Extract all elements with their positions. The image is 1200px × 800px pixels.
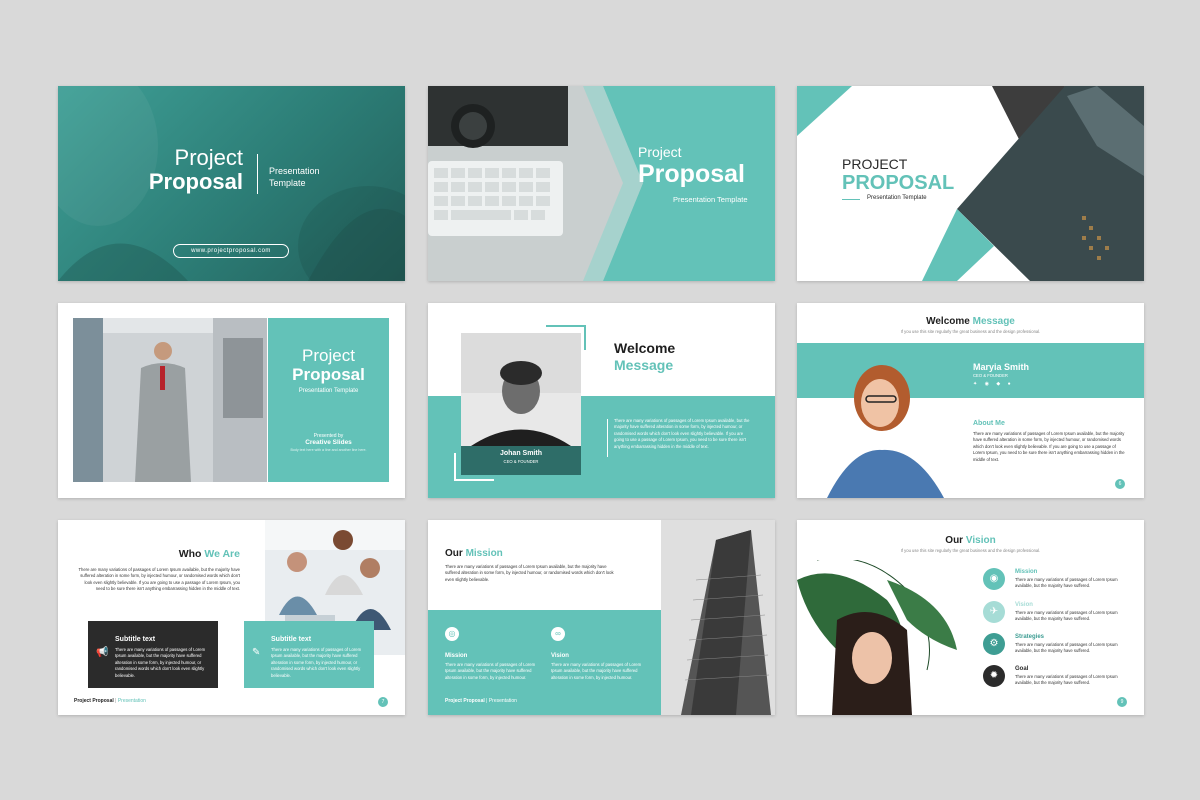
who-body: There are many variations of passages of… <box>78 567 240 592</box>
person-role: CEO & FOUNDER <box>973 373 1008 378</box>
slide-6-welcome-message-2[interactable]: Welcome Message If you use this site reg… <box>797 303 1144 498</box>
person-role: CEO & FOUNDER <box>503 459 539 464</box>
presenter-note: Body text here with a line and another l… <box>290 448 367 452</box>
skyscraper-photo <box>661 520 775 715</box>
slide-title-2: We Are <box>204 548 240 560</box>
presenter-name: Creative Slides <box>305 439 352 446</box>
text-accent-line <box>607 419 608 457</box>
johan-portrait <box>461 333 581 446</box>
welcome-body: There are many variations of passages of… <box>614 418 750 449</box>
vision-item-strategies-icon: ⚙ <box>983 633 1005 655</box>
footer-brand: Project Proposal <box>445 698 485 704</box>
slide-2-cover-keyboard[interactable]: Project Proposal Presentation Template <box>428 86 775 281</box>
slide-title-2: Message <box>614 357 674 373</box>
slide-title-2: Message <box>972 316 1015 327</box>
title-divider <box>257 154 258 194</box>
slide-title-1: Our <box>445 548 463 559</box>
cover-subtitle: Presentation Template <box>867 195 927 201</box>
cover-panel <box>268 318 389 482</box>
mission-target-icon: ◎ <box>445 627 459 641</box>
box2-title: Subtitle text <box>271 636 312 643</box>
vision-title: Vision <box>551 653 569 659</box>
page-number: 9 <box>1117 697 1127 707</box>
woman-with-leaf-photo <box>797 560 967 715</box>
slide-title-1: Welcome <box>614 340 676 356</box>
footer-label: Presentation <box>117 698 146 704</box>
vision-item-title: Mission <box>1015 569 1038 575</box>
vision-item-body: There are many variations of passages of… <box>1015 577 1118 589</box>
subtitle-line <box>842 199 860 200</box>
slide-5-welcome-message[interactable]: Johan Smith CEO & FOUNDER Welcome Messag… <box>428 303 775 498</box>
maryia-portrait <box>827 365 944 498</box>
url-pill[interactable]: www.projectproposal.com <box>173 244 289 258</box>
footer-brand: Project Proposal <box>74 698 114 704</box>
mission-intro: There are many variations of passages of… <box>445 564 614 582</box>
vision-item-body: There are many variations of passages of… <box>1015 674 1118 686</box>
slide-4-cover-businessman[interactable]: Project Proposal Presentation Template P… <box>58 303 405 498</box>
cover-subtitle-2: Template <box>269 178 306 188</box>
box1-title: Subtitle text <box>115 636 156 643</box>
cover-title-bold: Proposal <box>292 365 365 384</box>
vision-body: There are many variations of passages of… <box>551 662 642 680</box>
box1-body: There are many variations of passages of… <box>115 647 206 678</box>
vision-item-title: Strategies <box>1015 634 1045 640</box>
mission-title: Mission <box>445 653 468 659</box>
megaphone-icon: 📢 <box>96 647 109 658</box>
social-icons: ✦ ◉ ◆ ● <box>973 381 1014 387</box>
slide-title-1: Who <box>178 548 202 560</box>
cover-subtitle-1: Presentation <box>269 166 320 176</box>
slide-8-our-mission[interactable]: Our Mission There are many variations of… <box>428 520 775 715</box>
slide-3-cover-building[interactable]: PROJECT PROPOSAL Presentation Template <box>797 86 1144 281</box>
slide-7-who-we-are[interactable]: Who We Are There are many variations of … <box>58 520 405 715</box>
vision-item-body: There are many variations of passages of… <box>1015 642 1118 654</box>
slide-intro: If you use this site regularly the great… <box>900 548 1041 553</box>
about-title: About Me <box>973 420 1005 427</box>
cover-title-1: PROJECT <box>842 156 908 172</box>
cover-title-light: Project <box>638 144 682 160</box>
slide-title-1: Welcome <box>926 316 970 327</box>
tools-icon: ✎ <box>252 647 261 658</box>
cover-subtitle: Presentation Template <box>298 388 359 394</box>
vision-item-title: Goal <box>1015 666 1029 672</box>
footer-label: Presentation <box>488 698 517 704</box>
person-name: Maryia Smith <box>973 362 1030 372</box>
businessman-photo <box>73 318 267 482</box>
page-number: 6 <box>1115 479 1125 489</box>
vision-item-mission-icon: ◉ <box>983 568 1005 590</box>
cover-subtitle: Presentation Template <box>673 195 748 204</box>
vision-item-title: Vision <box>1015 602 1033 608</box>
cover-title-bold: Proposal <box>638 160 745 188</box>
vision-item-goal-icon: ✹ <box>983 665 1005 687</box>
slide-9-our-vision[interactable]: Our Vision If you use this site regularl… <box>797 520 1144 715</box>
vision-binoculars-icon: ∞ <box>551 627 565 641</box>
cover-title-light: Project <box>174 145 243 170</box>
vision-item-body: There are many variations of passages of… <box>1015 610 1118 622</box>
person-name: Johan Smith <box>499 450 542 457</box>
vision-item-vision-icon: ✈ <box>983 601 1005 623</box>
box2-body: There are many variations of passages of… <box>271 647 362 678</box>
about-body: There are many variations of passages of… <box>973 431 1125 462</box>
mission-body: There are many variations of passages of… <box>445 662 536 680</box>
cover-title-light: Project <box>302 346 355 365</box>
cover-title-bold: Proposal <box>148 169 243 194</box>
cover-title-2: PROPOSAL <box>842 172 955 194</box>
slide-title-1: Our <box>945 535 964 546</box>
slide-title-2: Vision <box>965 535 996 546</box>
slide-1-cover[interactable]: Project Proposal Presentation Template w… <box>58 86 405 281</box>
slide-intro: If you use this site regularly the great… <box>900 329 1041 334</box>
page-number: 7 <box>378 697 388 707</box>
slide-title-2: Mission <box>465 548 503 559</box>
